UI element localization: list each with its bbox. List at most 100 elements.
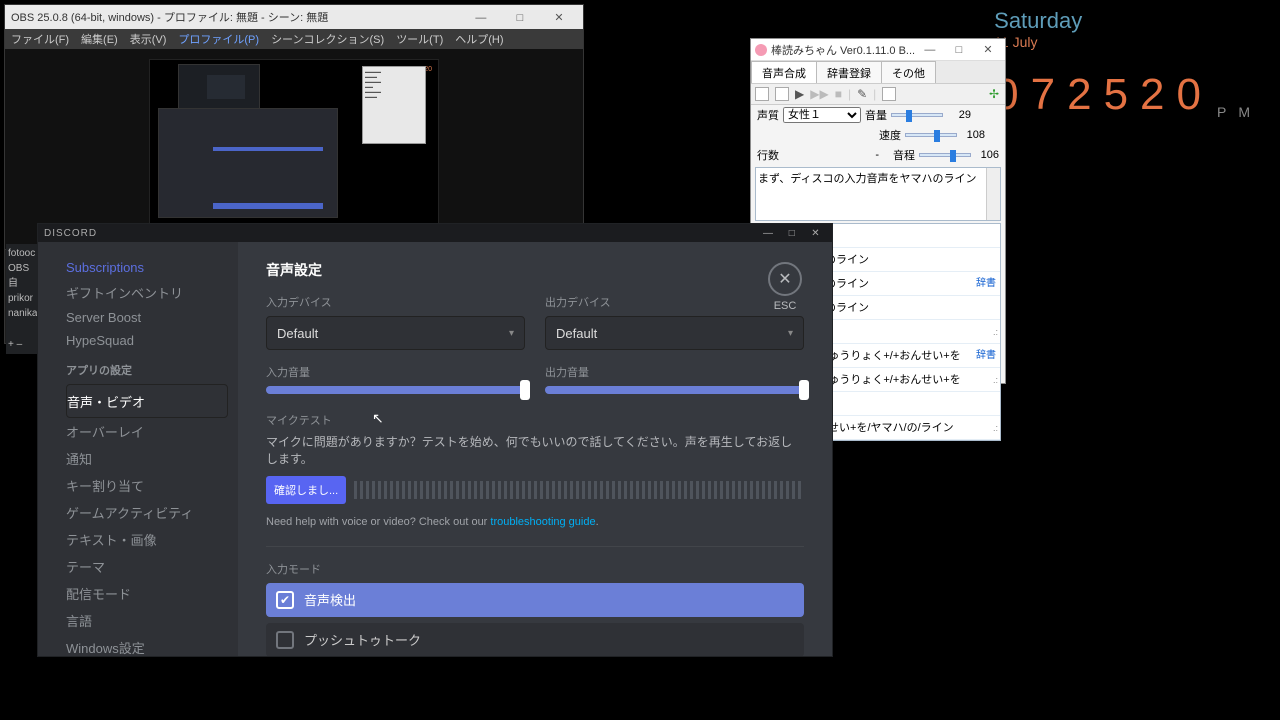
discord-max-button[interactable]: □ <box>782 228 802 239</box>
volume-label: 音量 <box>865 107 887 123</box>
sidebar-item[interactable]: 言語 <box>66 607 228 634</box>
obs-menu-scenes[interactable]: シーンコレクション(S) <box>271 31 384 47</box>
obs-menu-edit[interactable]: 編集(E) <box>81 31 118 47</box>
sidebar-item[interactable]: オーバーレイ <box>66 418 228 445</box>
sidebar-item[interactable]: ゲームアクティビティ <box>66 499 228 526</box>
dict-link[interactable]: 辞書 <box>976 274 996 294</box>
play-icon[interactable]: ▶ <box>795 87 804 101</box>
voice-select[interactable]: 女性１ <box>783 107 861 123</box>
close-icon[interactable]: ✕ <box>768 262 802 296</box>
input-mode-label: 入力モード <box>266 561 804 577</box>
obs-max-button[interactable]: □ <box>502 12 538 24</box>
tab-dictionary[interactable]: 辞書登録 <box>816 61 882 83</box>
sidebar-item-voice[interactable]: 音声・ビデオ <box>66 384 228 418</box>
discord-min-button[interactable]: — <box>758 228 778 239</box>
esc-label: ESC <box>774 300 797 312</box>
bouyomi-textarea[interactable]: まず、ディスコの入力音声をヤマハのライン <box>755 167 1001 221</box>
stop-icon[interactable]: ■ <box>835 87 842 101</box>
checkbox-empty-icon <box>276 631 294 649</box>
edit-icon[interactable]: ✎ <box>857 87 867 101</box>
bouyomi-min-button[interactable]: — <box>917 44 943 56</box>
clock-time: 07 25 20 PM <box>994 70 1262 120</box>
mic-test-label: マイクテスト <box>266 412 804 428</box>
obs-menu-view[interactable]: 表示(V) <box>130 31 167 47</box>
obs-menu-tools[interactable]: ツール(T) <box>396 31 443 47</box>
troubleshooting-link[interactable]: troubleshooting guide <box>490 516 595 528</box>
volume-value: 29 <box>947 109 971 121</box>
sidebar-subscriptions[interactable]: Subscriptions <box>66 256 228 279</box>
settings-close[interactable]: ✕ ESC <box>768 262 802 312</box>
obs-source-item[interactable]: fotooc <box>8 248 36 259</box>
bouyomi-tabs: 音声合成 辞書登録 その他 <box>751 61 1005 83</box>
lines-value: - <box>875 149 879 161</box>
sidebar-item[interactable]: Windows設定 <box>66 634 228 656</box>
toolbar-icon[interactable] <box>755 87 769 101</box>
ff-icon[interactable]: ▶▶ <box>810 87 828 101</box>
bouyomi-title-text: 棒読みちゃん Ver0.1.11.0 B... <box>771 42 915 58</box>
obs-title-text: OBS 25.0.8 (64-bit, windows) - プロファイル: 無… <box>11 9 328 25</box>
input-volume-slider[interactable] <box>266 386 525 394</box>
obs-source-item[interactable]: prikor <box>8 293 36 304</box>
input-device-select[interactable]: Default▾ <box>266 316 525 350</box>
obs-source-item[interactable]: OBS自 <box>8 263 36 289</box>
discord-close-button[interactable]: ✕ <box>806 228 826 239</box>
input-mode-push-to-talk[interactable]: プッシュトゥトーク <box>266 623 804 656</box>
obs-source-item[interactable]: nanika <box>8 308 36 319</box>
sidebar-item[interactable]: ギフトインベントリ <box>66 279 228 306</box>
pitch-value: 106 <box>975 149 999 161</box>
checkbox-checked-icon: ✔ <box>276 591 294 609</box>
speed-slider[interactable] <box>905 133 957 137</box>
input-volume-label: 入力音量 <box>266 364 525 380</box>
clock-day: Saturday <box>994 8 1262 34</box>
obs-add-source-button[interactable]: + <box>8 339 14 350</box>
obs-menu-profile[interactable]: プロファイル(P) <box>178 31 259 47</box>
tab-voice-synth[interactable]: 音声合成 <box>751 61 817 83</box>
bouyomi-max-button[interactable]: □ <box>946 44 972 56</box>
tab-other[interactable]: その他 <box>881 61 936 83</box>
sidebar-item[interactable]: キー割り当て <box>66 472 228 499</box>
sidebar-item[interactable]: テキスト・画像 <box>66 526 228 553</box>
output-device-select[interactable]: Default▾ <box>545 316 804 350</box>
sidebar-item[interactable]: 通知 <box>66 445 228 472</box>
obs-min-button[interactable]: — <box>463 12 499 24</box>
obs-remove-source-button[interactable]: – <box>17 339 23 350</box>
output-volume-slider[interactable] <box>545 386 804 394</box>
output-device-label: 出力デバイス <box>545 294 804 310</box>
obs-titlebar[interactable]: OBS 25.0.8 (64-bit, windows) - プロファイル: 無… <box>5 5 583 29</box>
obs-menu-file[interactable]: ファイル(F) <box>11 31 69 47</box>
clock-date: 11 July <box>994 34 1262 50</box>
obs-menu-help[interactable]: ヘルプ(H) <box>455 31 503 47</box>
sidebar-item[interactable]: テーマ <box>66 553 228 580</box>
bouyomi-titlebar[interactable]: 棒読みちゃん Ver0.1.11.0 B... — □ ✕ <box>751 39 1005 61</box>
settings-main: ✕ ESC 音声設定 入力デバイス Default▾ 出力デバイス Defaul… <box>238 242 832 656</box>
clock-s: 20 <box>1140 70 1213 120</box>
volume-slider[interactable] <box>891 113 943 117</box>
discord-titlebar[interactable]: DISCORD — □ ✕ <box>38 224 832 242</box>
input-device-label: 入力デバイス <box>266 294 525 310</box>
bouyomi-close-button[interactable]: ✕ <box>975 43 1001 56</box>
sidebar-item[interactable]: HypeSquad <box>66 329 228 352</box>
toolbar-icon[interactable] <box>775 87 789 101</box>
voice-label: 声質 <box>757 107 779 123</box>
settings-sidebar[interactable]: Subscriptions ギフトインベントリ Server Boost Hyp… <box>38 242 238 656</box>
clock-ampm: PM <box>1217 104 1262 120</box>
pitch-slider[interactable] <box>919 153 971 157</box>
refresh-icon[interactable]: ✢ <box>987 87 1001 101</box>
toolbar-icon[interactable] <box>882 87 896 101</box>
discord-title-text: DISCORD <box>44 228 97 239</box>
discord-window: DISCORD — □ ✕ Subscriptions ギフトインベントリ Se… <box>38 224 832 656</box>
obs-sources-list[interactable]: fotooc OBS自 prikor nanika + – <box>6 244 38 354</box>
speed-value: 108 <box>961 129 985 141</box>
input-mode-voice-activity[interactable]: ✔ 音声検出 <box>266 583 804 617</box>
obs-preview-area[interactable]: 07 25 20 ▬▬▬▬▬▬▬▬▬▬▬▬▬▬▬▬▬▬▬▬ <box>5 49 583 249</box>
obs-close-button[interactable]: ✕ <box>541 11 577 24</box>
mic-test-desc: マイクに問題がありますか？テストを始め、何でもいいので話してください。声を再生し… <box>266 434 804 468</box>
chevron-down-icon: ▾ <box>509 328 514 339</box>
output-volume-label: 出力音量 <box>545 364 804 380</box>
dict-link[interactable]: 辞書 <box>976 346 996 366</box>
scrollbar[interactable] <box>986 168 1000 220</box>
obs-menubar: ファイル(F) 編集(E) 表示(V) プロファイル(P) シーンコレクション(… <box>5 29 583 49</box>
sidebar-item[interactable]: 配信モード <box>66 580 228 607</box>
sidebar-item[interactable]: Server Boost <box>66 306 228 329</box>
mic-test-button[interactable]: 確認しまし... <box>266 476 346 504</box>
